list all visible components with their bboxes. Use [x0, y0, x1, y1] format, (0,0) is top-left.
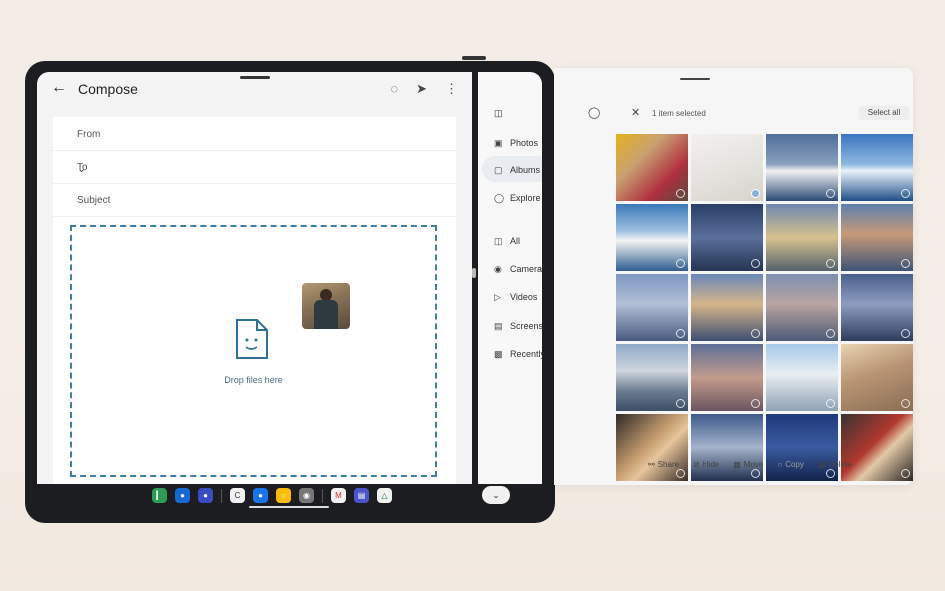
close-icon[interactable]: ✕: [631, 106, 640, 119]
image-icon: ▣: [494, 138, 503, 148]
video-icon: ▷: [494, 292, 501, 302]
more-vert-icon[interactable]: ⋮: [445, 81, 458, 97]
photo-thumbnail[interactable]: [766, 344, 838, 411]
photo-thumbnail[interactable]: [691, 344, 763, 411]
photo-thumbnail[interactable]: [691, 134, 763, 201]
sidebar-toggle-icon[interactable]: ◫: [494, 108, 503, 119]
duo-app-icon[interactable]: ●: [198, 488, 213, 503]
copy-icon: ○: [777, 460, 783, 469]
gmail-app-icon[interactable]: M: [331, 488, 346, 503]
photo-thumbnail[interactable]: [841, 134, 913, 201]
photo-thumbnail[interactable]: [616, 414, 688, 481]
delete-icon: ▩: [817, 460, 826, 469]
from-label: From: [77, 129, 101, 140]
attach-icon[interactable]: ◌: [390, 81, 398, 97]
share-button[interactable]: ⚯ Share: [648, 460, 679, 469]
chrome-app-icon[interactable]: ○: [276, 488, 291, 503]
rail-item-albums[interactable]: ▢ Albums: [494, 165, 540, 176]
file-icon: [236, 319, 268, 359]
photo-thumbnail[interactable]: [766, 204, 838, 271]
rail-item-recently-deleted[interactable]: ▩Recently deleted: [494, 349, 542, 360]
photo-thumbnail[interactable]: [616, 274, 688, 341]
rail-item-explore[interactable]: ◯ Explore: [494, 193, 541, 204]
rail-item-all[interactable]: ◫ All: [494, 236, 520, 247]
contacts-app-icon[interactable]: C: [230, 488, 245, 503]
photos-nav-rail: ◫ ▣ Photos ▢ Albums ◯ Explore ◫ All ◉ Camera …: [478, 72, 542, 484]
rail-item-videos[interactable]: ▷ Videos: [494, 292, 537, 303]
phone-app-icon[interactable]: ▎: [152, 488, 167, 503]
device-button: [462, 56, 486, 60]
docs-app-icon[interactable]: ▤: [354, 488, 369, 503]
hide-icon: ⊘: [693, 460, 700, 469]
drop-files-text: Drop files here: [224, 375, 283, 385]
move-button[interactable]: ▩ Move: [733, 460, 763, 469]
explore-icon: ◯: [494, 193, 505, 203]
screenshot-icon: ▤: [494, 321, 503, 331]
fold-divider-handle[interactable]: [472, 268, 476, 278]
to-field[interactable]: To ⌄: [53, 150, 456, 184]
taskbar: ▎ ● ● C ● ○ ◉ M ▤ △: [152, 488, 392, 503]
rail-item-photos[interactable]: ▣ Photos: [494, 138, 538, 149]
rail-item-camera[interactable]: ◉ Camera: [494, 264, 542, 275]
copy-button[interactable]: ○ Copy: [777, 460, 804, 469]
photo-thumbnail[interactable]: [691, 204, 763, 271]
photo-thumbnail[interactable]: [766, 414, 838, 481]
photo-thumbnail[interactable]: [616, 134, 688, 201]
chevron-down-icon[interactable]: ⌄: [77, 162, 422, 175]
picker-drag-handle[interactable]: [680, 78, 710, 80]
compose-app-bar: ← Compose ◌ ➤ ⋮: [37, 72, 472, 106]
select-all-button[interactable]: Select all: [859, 106, 909, 120]
send-icon[interactable]: ➤: [416, 81, 427, 97]
compose-screen: ← Compose ◌ ➤ ⋮ From To ⌄ Subject Drop f…: [37, 72, 472, 484]
maps-app-icon[interactable]: ●: [253, 488, 268, 503]
share-icon: ⚯: [648, 460, 655, 469]
photo-thumbnail[interactable]: [766, 274, 838, 341]
drop-zone[interactable]: Drop files here: [70, 225, 437, 477]
photo-thumbnail[interactable]: [691, 274, 763, 341]
compose-form: From To ⌄ Subject Drop files here: [53, 117, 456, 484]
taskbar-divider: [221, 488, 222, 503]
subject-field[interactable]: Subject: [53, 183, 456, 217]
photo-grid: [616, 134, 913, 481]
selected-count: 1 item selected: [652, 109, 706, 118]
photo-thumbnail[interactable]: [841, 414, 913, 481]
from-field[interactable]: From: [53, 117, 456, 151]
trash-icon: ▩: [494, 349, 503, 359]
photo-thumbnail[interactable]: [616, 204, 688, 271]
photo-picker-panel: ◯ ✕ 1 item selected Select all ⚯ Share ⊘ H…: [554, 68, 913, 485]
photo-thumbnail[interactable]: [691, 414, 763, 481]
page-title: Compose: [78, 81, 138, 97]
folder-icon: ◫: [494, 236, 503, 246]
subject-label: Subject: [77, 195, 111, 206]
photo-thumbnail[interactable]: [616, 344, 688, 411]
taskbar-divider: [322, 488, 323, 503]
messages-app-icon[interactable]: ●: [175, 488, 190, 503]
photo-thumbnail[interactable]: [766, 134, 838, 201]
camera-app-icon[interactable]: ◉: [299, 488, 314, 503]
dragged-photo-thumbnail[interactable]: [302, 283, 350, 329]
chevron-down-icon[interactable]: ⌄: [482, 486, 510, 504]
photo-thumbnail[interactable]: [841, 204, 913, 271]
hide-button[interactable]: ⊘ Hide: [693, 460, 719, 469]
rail-item-screenshots[interactable]: ▤Screenshots: [494, 321, 542, 332]
gesture-nav-bar[interactable]: [249, 506, 329, 508]
photo-thumbnail[interactable]: [841, 344, 913, 411]
camera-icon: ◉: [494, 264, 502, 274]
album-icon: ▢: [494, 165, 503, 175]
delete-button[interactable]: ▩ Delete: [818, 460, 852, 469]
move-icon: ▩: [733, 460, 741, 469]
picker-action-bar: ⚯ Share ⊘ Hide ▩ Move ○ Copy ▩ Delete: [648, 460, 852, 469]
photo-thumbnail[interactable]: [841, 274, 913, 341]
drive-app-icon[interactable]: △: [377, 488, 392, 503]
edit-selection-icon[interactable]: ◯: [588, 106, 600, 119]
back-arrow-icon[interactable]: ←: [51, 79, 67, 97]
